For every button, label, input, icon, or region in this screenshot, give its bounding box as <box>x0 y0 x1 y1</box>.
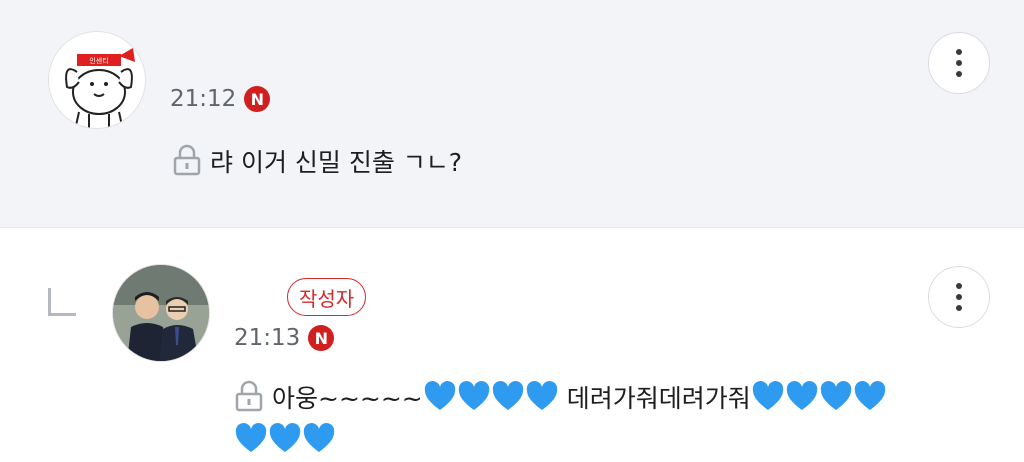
new-badge: N <box>308 325 335 351</box>
more-options-button[interactable] <box>928 32 990 94</box>
blue-heart-icon <box>526 381 557 410</box>
blue-heart-icon <box>235 423 267 452</box>
blue-heart-icon <box>458 381 489 410</box>
comment-time: 21:13 <box>234 325 301 351</box>
heart-group-2 <box>751 381 887 413</box>
heart-group-3 <box>234 423 336 455</box>
blue-heart-icon <box>269 423 301 452</box>
comment-item: 인센티 21:12 N 랴 이거 신밀 진출 ㄱㄴ? <box>0 0 1024 228</box>
author-badge: 작성자 <box>287 278 367 316</box>
new-badge: N <box>244 86 271 112</box>
avatar[interactable]: 인센티 <box>48 31 146 129</box>
lock-icon <box>173 144 201 176</box>
reply-arrow-icon <box>48 288 76 316</box>
comment-body-prefix: 아웅~~~~~ <box>272 384 423 413</box>
blue-heart-icon <box>424 381 455 410</box>
more-vertical-icon <box>956 283 962 311</box>
blue-heart-icon <box>752 381 783 410</box>
blue-heart-icon <box>786 381 817 410</box>
more-vertical-icon <box>956 49 962 77</box>
comment-meta: 21:13 N <box>234 325 335 351</box>
comment-body: 랴 이거 신밀 진출 ㄱㄴ? <box>210 148 463 177</box>
avatar[interactable] <box>112 264 210 362</box>
comment-text: 랴 이거 신밀 진출 ㄱㄴ? <box>172 142 462 184</box>
lock-icon <box>235 380 263 412</box>
comment-time: 21:12 <box>170 86 237 112</box>
dog-character-avatar-icon: 인센티 <box>65 48 135 128</box>
comment-body-middle: 데려가줘데려가줘 <box>558 384 751 413</box>
more-options-button[interactable] <box>928 266 990 328</box>
profile-photo-avatar-icon <box>113 265 209 361</box>
svg-text:인센티: 인센티 <box>89 56 108 65</box>
blue-heart-icon <box>854 381 885 410</box>
heart-group-1 <box>423 381 559 413</box>
blue-heart-icon <box>820 381 851 410</box>
comment-meta: 21:12 N <box>170 86 271 112</box>
comment-text: 아웅~~~~~ 데려가줘데려가줘 <box>234 378 954 462</box>
blue-heart-icon <box>303 423 335 452</box>
comment-item-reply: 작성자 21:13 N 아웅~~~~~ 데려가줘데려가줘 <box>0 228 1024 461</box>
blue-heart-icon <box>492 381 523 410</box>
